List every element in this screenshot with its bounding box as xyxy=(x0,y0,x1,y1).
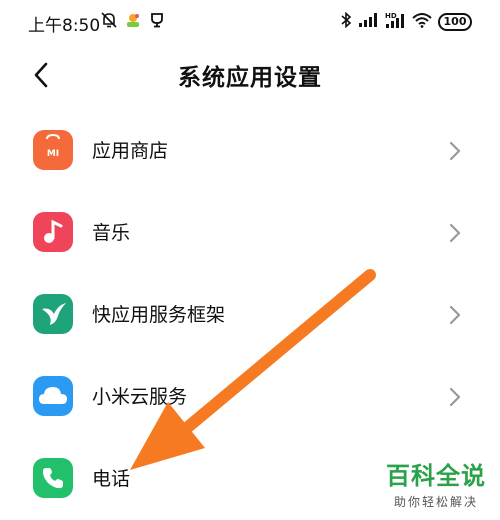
wifi-icon xyxy=(412,12,432,32)
item-label: 小米云服务 xyxy=(92,386,188,408)
status-bar: 上午8:50 HD 100 xyxy=(0,0,500,44)
watermark-main: 百科全说 xyxy=(386,462,486,490)
app-store-icon-text: MI xyxy=(47,149,59,159)
chevron-right-icon xyxy=(448,222,462,244)
trophy-icon xyxy=(148,11,166,33)
app-store-icon: MI xyxy=(33,130,73,170)
list-item-app-store[interactable]: MI 应用商店 xyxy=(0,110,500,192)
watermark: 百科全说 助你轻松解决 xyxy=(386,456,486,510)
svg-text:HD: HD xyxy=(385,12,397,20)
status-time: 上午8:50 xyxy=(28,16,101,36)
phone-icon xyxy=(33,458,73,498)
list-item-cloud[interactable]: 小米云服务 xyxy=(0,356,500,438)
quick-app-icon xyxy=(33,294,73,334)
list-item-quick-app[interactable]: 快应用服务框架 xyxy=(0,274,500,356)
item-label: 快应用服务框架 xyxy=(92,304,226,326)
item-label: 音乐 xyxy=(92,222,131,244)
chevron-right-icon xyxy=(448,386,462,408)
mute-bell-icon xyxy=(100,11,118,33)
cloud-icon xyxy=(33,376,73,416)
watermark-sub: 助你轻松解决 xyxy=(393,495,478,509)
status-right-icons: HD 100 xyxy=(340,10,472,34)
hd-signal-icon: HD xyxy=(384,11,406,33)
status-left-icons xyxy=(100,10,166,34)
chevron-right-icon xyxy=(448,140,462,162)
chevron-right-icon xyxy=(448,304,462,326)
app-badge-icon xyxy=(124,11,142,33)
header: 系统应用设置 xyxy=(0,50,500,100)
music-icon xyxy=(33,212,73,252)
bluetooth-icon xyxy=(340,11,352,33)
signal-icon xyxy=(358,12,378,32)
page-title: 系统应用设置 xyxy=(178,65,322,91)
list-item-music[interactable]: 音乐 xyxy=(0,192,500,274)
item-label: 电话 xyxy=(92,468,131,490)
item-label: 应用商店 xyxy=(92,140,169,162)
battery-icon: 100 xyxy=(438,13,472,31)
